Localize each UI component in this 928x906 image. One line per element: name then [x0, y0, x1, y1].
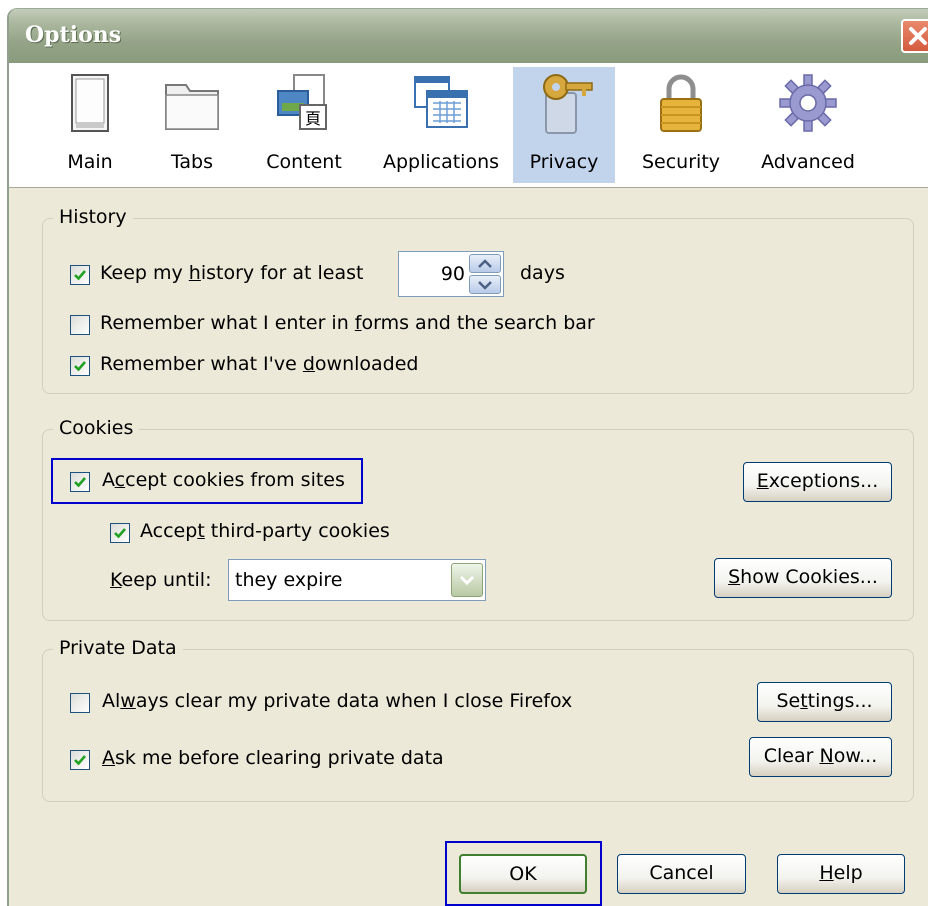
padlock-icon — [660, 74, 702, 132]
checkmark-icon — [74, 755, 86, 766]
keep-history-label[interactable]: Keep my history for at least — [100, 262, 363, 284]
tab-advanced[interactable]: Advanced — [745, 67, 871, 183]
close-button[interactable] — [901, 19, 928, 53]
show-cookies-button[interactable]: Show Cookies... — [714, 558, 892, 598]
keep-history-checkbox[interactable] — [70, 265, 90, 285]
checkmark-icon — [74, 477, 86, 488]
arrow-down-icon — [478, 281, 492, 290]
accept-third-party-checkbox[interactable] — [110, 523, 130, 543]
tab-label: Content — [266, 151, 342, 173]
window-title: Options — [25, 22, 122, 48]
tab-label: Tabs — [170, 151, 214, 173]
ok-button[interactable]: OK — [459, 854, 587, 894]
chevron-down-icon — [459, 575, 475, 586]
tab-label: Security — [641, 151, 721, 173]
settings-button[interactable]: Settings... — [757, 682, 892, 722]
keep-until-select[interactable]: they expire — [228, 559, 486, 601]
history-days-value: 90 — [440, 263, 465, 285]
clear-now-button[interactable]: Clear Now... — [749, 737, 892, 777]
cookies-legend: Cookies — [53, 417, 140, 439]
spin-up-button[interactable] — [469, 254, 501, 273]
options-dialog: Options Main Tabs 頁 Content Applications… — [7, 8, 928, 906]
checkmark-icon — [74, 270, 86, 281]
remember-forms-checkbox[interactable] — [70, 315, 90, 335]
spin-down-button[interactable] — [469, 275, 501, 294]
ask-before-clearing-label[interactable]: Ask me before clearing private data — [102, 747, 444, 769]
content-icon: 頁 — [277, 74, 327, 130]
applications-icon — [414, 76, 468, 128]
tab-label: Main — [67, 151, 113, 173]
tab-content[interactable]: 頁 Content — [249, 67, 359, 183]
window-icon — [71, 74, 109, 132]
remember-forms-label[interactable]: Remember what I enter in forms and the s… — [100, 312, 595, 334]
remember-downloads-label[interactable]: Remember what I've downloaded — [100, 353, 419, 375]
remember-downloads-checkbox[interactable] — [70, 356, 90, 376]
svg-text:頁: 頁 — [305, 109, 321, 128]
tab-label: Privacy — [529, 151, 599, 173]
gear-icon — [779, 74, 837, 132]
keep-until-value: they expire — [235, 569, 343, 591]
accept-third-party-label[interactable]: Accept third-party cookies — [140, 520, 390, 542]
tab-label: Applications — [382, 151, 500, 173]
tab-main[interactable]: Main — [45, 67, 135, 183]
private-data-group — [42, 649, 914, 802]
history-days-spinner[interactable]: 90 — [398, 251, 504, 297]
arrow-up-icon — [478, 259, 492, 268]
accept-cookies-label[interactable]: Accept cookies from sites — [102, 469, 345, 491]
title-bar[interactable]: Options — [9, 9, 928, 63]
accept-cookies-checkbox[interactable] — [70, 472, 90, 492]
always-clear-checkbox[interactable] — [70, 693, 90, 713]
tab-security[interactable]: Security — [629, 67, 733, 183]
dropdown-button[interactable] — [451, 563, 483, 597]
days-label: days — [520, 262, 565, 284]
exceptions-button[interactable]: Exceptions... — [743, 462, 892, 502]
tab-tabs[interactable]: Tabs — [147, 67, 237, 183]
keep-until-label: Keep until: — [110, 569, 212, 591]
help-button[interactable]: Help — [777, 854, 905, 894]
category-toolbar: Main Tabs 頁 Content Applications Privacy… — [9, 63, 928, 188]
ask-before-clearing-checkbox[interactable] — [70, 750, 90, 770]
checkmark-icon — [114, 528, 126, 539]
privacy-key-icon — [543, 74, 593, 134]
tab-label: Advanced — [761, 151, 855, 173]
history-legend: History — [53, 206, 133, 228]
tabs-icon — [165, 84, 219, 130]
tab-privacy[interactable]: Privacy — [513, 67, 615, 183]
always-clear-label[interactable]: Always clear my private data when I clos… — [102, 690, 572, 712]
checkmark-icon — [74, 361, 86, 372]
cancel-button[interactable]: Cancel — [617, 854, 746, 894]
private-data-legend: Private Data — [53, 637, 183, 659]
close-icon — [909, 27, 927, 45]
tab-applications[interactable]: Applications — [371, 67, 511, 183]
